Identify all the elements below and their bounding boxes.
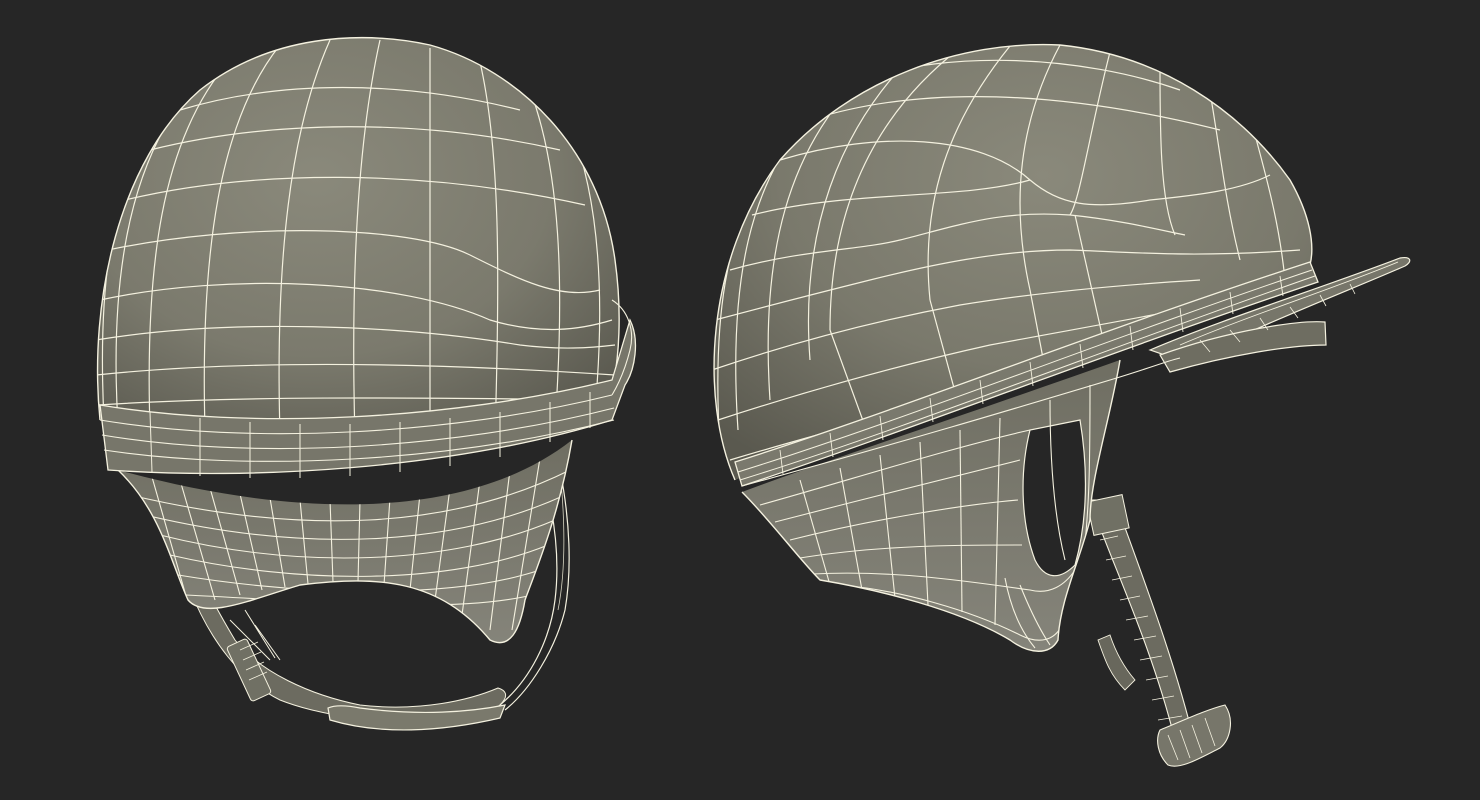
helmet-front-three-quarter-view xyxy=(96,37,637,731)
helmet-shell-left xyxy=(96,37,620,436)
render-viewport xyxy=(0,0,1480,800)
wireframe-render xyxy=(96,37,1411,767)
helmet-side-view xyxy=(713,43,1411,767)
chin-strap-right xyxy=(1086,494,1231,767)
